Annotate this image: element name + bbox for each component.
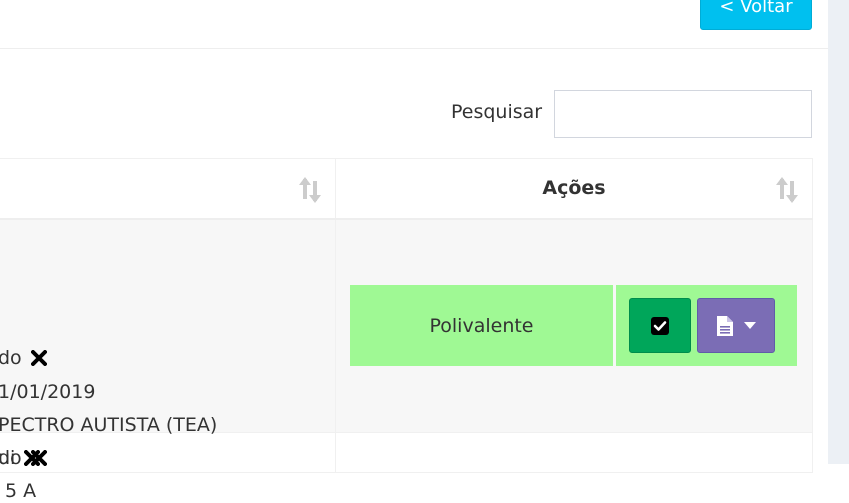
scrollbar-track[interactable] bbox=[828, 0, 849, 464]
cell-line: do bbox=[0, 447, 47, 469]
caret-down-icon bbox=[744, 321, 756, 329]
column-header-1[interactable] bbox=[0, 158, 336, 220]
highlight-row: Polivalente bbox=[350, 285, 797, 366]
times-icon[interactable] bbox=[30, 349, 47, 366]
cell-line: do bbox=[0, 346, 47, 370]
table-cell: do 1/01/2019 PECTRO AUTISTA (TEA) ui 5 A bbox=[0, 218, 336, 502]
search-label: Pesquisar bbox=[451, 101, 543, 123]
check-square-icon bbox=[651, 316, 669, 335]
cell-line: 1/01/2019 bbox=[0, 380, 96, 403]
column-header-acoes[interactable]: Ações bbox=[335, 158, 813, 220]
file-icon bbox=[717, 315, 733, 336]
sort-icon[interactable] bbox=[776, 177, 798, 203]
cell-line: PECTRO AUTISTA (TEA) bbox=[0, 413, 218, 436]
sort-icon[interactable] bbox=[299, 177, 321, 203]
cell-line: 5 A bbox=[5, 479, 37, 502]
top-bar: < Voltar bbox=[0, 0, 828, 49]
check-button[interactable] bbox=[629, 298, 691, 353]
document-dropdown-button[interactable] bbox=[697, 298, 775, 353]
actions-group bbox=[616, 285, 797, 366]
back-button[interactable]: < Voltar bbox=[700, 0, 812, 30]
search-input[interactable] bbox=[554, 90, 812, 138]
status-badge: Polivalente bbox=[350, 285, 613, 366]
back-button-label: < Voltar bbox=[719, 0, 793, 17]
table-row bbox=[0, 432, 813, 473]
